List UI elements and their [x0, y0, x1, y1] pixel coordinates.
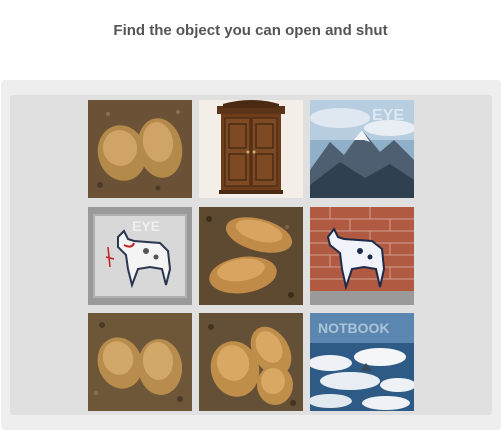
- potatoes-image: [88, 100, 192, 198]
- challenge-panel: EYE EYE NOTBOOK: [1, 80, 501, 430]
- svg-text:NOTBOOK: NOTBOOK: [318, 320, 390, 336]
- grid-tile-wardrobe[interactable]: [199, 100, 303, 198]
- challenge-prompt: Find the object you can open and shut: [113, 22, 388, 39]
- grid-tile-potatoes-2[interactable]: [199, 207, 303, 305]
- grid-tile-potatoes-3[interactable]: [88, 313, 192, 411]
- potatoes-image: [88, 313, 192, 411]
- wardrobe-image: [199, 100, 303, 198]
- dog-graffiti-image: EYE: [88, 207, 192, 305]
- image-grid: EYE EYE NOTBOOK: [10, 95, 492, 415]
- grid-tile-mountains[interactable]: EYE: [310, 100, 414, 198]
- potatoes-image: [199, 313, 303, 411]
- mountains-image: EYE: [310, 100, 414, 198]
- svg-text:EYE: EYE: [372, 107, 404, 124]
- grid-tile-potatoes-4[interactable]: [199, 313, 303, 411]
- clouds-mountains-image: NOTBOOK: [310, 313, 414, 411]
- grid-tile-potatoes-1[interactable]: [88, 100, 192, 198]
- potatoes-image: [199, 207, 303, 305]
- grid-tile-dog-graffiti-brick[interactable]: [310, 207, 414, 305]
- dog-graffiti-image: [310, 207, 414, 305]
- svg-text:EYE: EYE: [132, 218, 160, 234]
- grid-tile-dog-graffiti-stone[interactable]: EYE: [88, 207, 192, 305]
- grid-tile-clouds-mountains[interactable]: NOTBOOK: [310, 313, 414, 411]
